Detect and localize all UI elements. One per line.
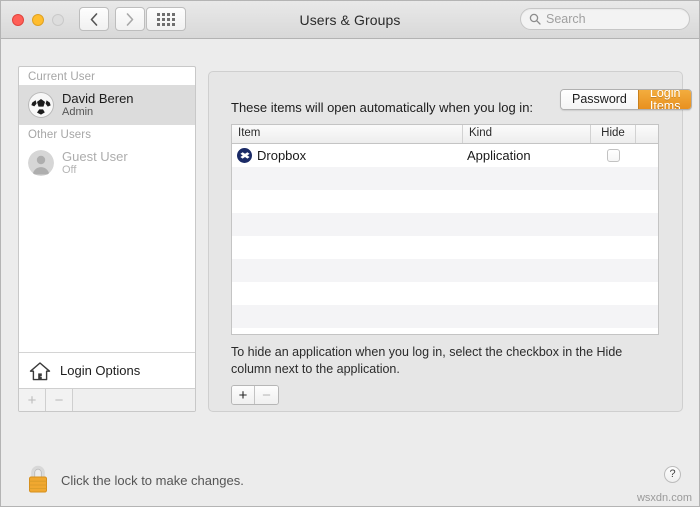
search-field[interactable]: Search [520,8,690,30]
table-row[interactable]: Dropbox Application [232,144,658,167]
table-body: Dropbox Application [232,144,658,335]
sidebar-item-david-beren[interactable]: David Beren Admin [19,85,195,125]
sidebar-group-label-other-users: Other Users [19,125,195,143]
help-button[interactable]: ? [664,466,681,483]
sidebar-user-name: David Beren [62,92,134,107]
remove-user-button[interactable]: − [46,389,73,411]
login-items-table: Item Kind Hide [231,124,659,335]
hide-checkbox[interactable] [607,149,620,162]
table-row-empty [232,305,658,328]
table-cell-item: Dropbox [232,148,463,163]
users-sidebar: Current User David Beren Admin [18,66,196,412]
column-header-spacer [636,125,658,143]
add-user-button[interactable]: + [19,389,46,411]
lock-button[interactable] [23,462,53,496]
table-row-empty [232,190,658,213]
sidebar-login-options-label: Login Options [60,363,140,378]
login-items-add-remove-group: + − [231,385,279,405]
table-header-row: Item Kind Hide [232,125,658,144]
tab-login-items[interactable]: Login Items [638,90,692,109]
column-header-hide[interactable]: Hide [591,125,636,143]
search-icon [529,13,541,25]
sidebar-item-login-options[interactable]: Login Options [19,352,195,388]
sidebar-user-text: David Beren Admin [62,92,134,119]
tab-password[interactable]: Password [561,90,638,109]
login-items-panel: These items will open automatically when… [208,71,683,412]
preferences-content: Current User David Beren Admin [1,39,699,452]
table-cell-item-label: Dropbox [257,148,306,163]
lock-status-text: Click the lock to make changes. [61,473,244,488]
users-list: Current User David Beren Admin [19,67,195,352]
panel-inner: These items will open automatically when… [209,72,682,411]
table-row-empty [232,236,658,259]
dropbox-glyph [240,151,250,161]
person-silhouette-avatar [28,150,54,176]
remove-login-item-button[interactable]: − [255,386,278,404]
table-cell-hide [591,149,636,162]
sidebar-user-status: Admin [62,106,134,118]
house-icon [29,361,51,381]
table-row-empty [232,213,658,236]
sidebar-user-status: Off [62,164,128,176]
table-cell-kind: Application [463,148,591,163]
panel-tabs: Password Login Items [560,89,692,110]
search-placeholder: Search [546,12,586,26]
sidebar-group-label-current-user: Current User [19,67,195,85]
table-row-empty [232,259,658,282]
sidebar-user-name: Guest User [62,150,128,165]
sidebar-user-text: Guest User Off [62,150,128,177]
sidebar-footer: + − [19,388,195,411]
table-row-empty [232,328,658,335]
table-row-empty [232,167,658,190]
table-row-empty [232,282,658,305]
soccer-ball-avatar [28,92,54,118]
sidebar-footer-spacer [73,389,195,411]
sidebar-item-guest-user[interactable]: Guest User Off [19,143,195,183]
add-login-item-button[interactable]: + [232,386,255,404]
window-footer: Click the lock to make changes. ? wsxdn.… [1,452,699,506]
window-titlebar: Users & Groups Search [1,1,699,39]
column-header-item[interactable]: Item [232,125,463,143]
watermark: wsxdn.com [637,492,692,504]
panel-intro-text: These items will open automatically when… [231,100,533,115]
preferences-window: Users & Groups Search Current User [0,0,700,507]
panel-hint-text: To hide an application when you log in, … [231,344,631,378]
column-header-kind[interactable]: Kind [463,125,591,143]
dropbox-icon [237,148,252,163]
